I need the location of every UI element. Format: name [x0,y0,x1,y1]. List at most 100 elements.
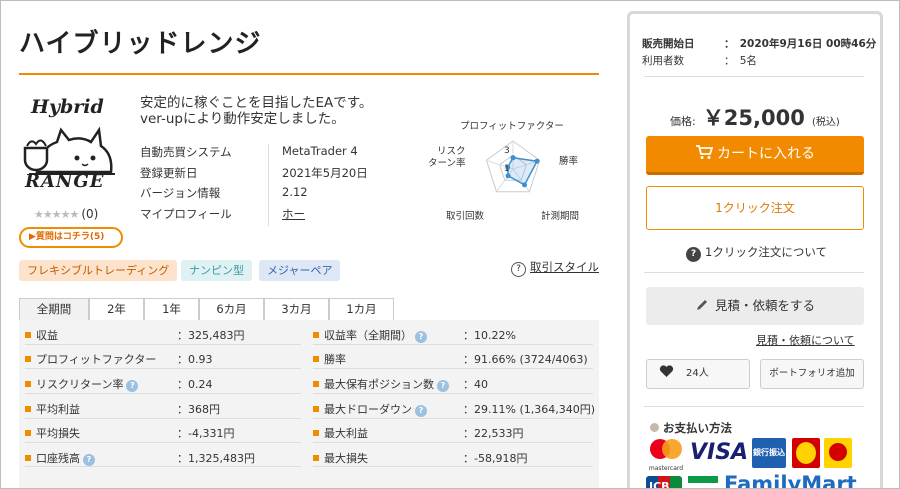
bullet-icon [25,455,31,461]
stat-average-loss-value: ：-4,331円 [177,427,235,440]
review-count: (0) [81,207,99,221]
stat-balance: 口座残高? [25,450,95,466]
sidebar-divider [644,406,864,407]
release-date-label: 販売開始日 [642,38,695,50]
info-label: マイプロフィール [140,206,232,221]
stat-label: 収益 [36,329,58,342]
one-click-about-link[interactable]: ? 1クリック注文について [686,244,827,262]
stat-average-profit-value: ：368円 [177,403,220,416]
mastercard-icon [650,439,682,459]
bullet-icon [25,381,31,387]
help-icon[interactable]: ? [126,380,139,392]
info-value: 2021年5月20日 [282,165,368,180]
radar-point-trades [505,173,511,179]
help-icon[interactable]: ? [437,380,449,392]
help-icon: ? [511,262,526,277]
stat-label: 平均損失 [36,427,80,440]
row-divider [25,466,301,467]
radar-point-period [522,182,527,188]
bullet-icon [25,406,31,412]
jcb-text: JCB [649,480,670,489]
tab-all-period[interactable]: 全期間 [19,298,89,320]
bullet-icon [25,332,31,338]
info-label: バージョン情報 [140,186,221,200]
help-icon[interactable]: ? [415,331,427,343]
row-divider [313,344,593,345]
stars-icon: ★★★★★ [34,208,79,221]
info-value: MetaTrader 4 [282,144,358,158]
title-divider [19,73,599,75]
payment-heading-label: お支払い方法 [663,421,732,435]
one-click-about-label: 1クリック注文について [705,245,827,259]
help-icon[interactable]: ? [83,454,95,466]
radar-point-win-rate [534,158,540,164]
bullet-icon [313,356,319,362]
stat-max-loss: 最大損失 [313,450,368,466]
stat-label: リスクリターン率 [36,378,124,391]
tag-major-pair[interactable]: メジャーペア [259,260,341,281]
row-divider [313,393,593,394]
stat-risk-return-value: ：0.24 [177,378,213,391]
favorite-button[interactable]: 24人 [646,359,750,389]
stat-win-rate: 勝率 [313,351,346,367]
tab-1-month[interactable]: 1カ月 [329,298,394,320]
stat-return-rate: 収益率（全期間）? [313,327,427,343]
tag-nanpin[interactable]: ナンピン型 [181,260,252,281]
bullet-icon [313,332,319,338]
stat-label: 収益率（全期間） [324,329,412,342]
stat-label: 勝率 [324,353,346,366]
visa-logo: VISA [690,440,749,465]
question-badge[interactable]: ▶質問はコチラ(5) [19,227,123,248]
radar-chart: 3 1 [485,140,541,193]
stat-balance-value: ：1,325,483円 [177,452,255,465]
bullet-icon [313,455,319,461]
add-portfolio-button[interactable]: ポートフォリオ追加 [760,359,864,389]
logo-text-hybrid: Hybrid [31,96,104,118]
stat-average-profit: 平均利益 [25,401,80,417]
cat-illustration-icon [23,126,115,175]
estimate-about-link[interactable]: 見積・依頼について [756,332,855,348]
jcb-logo: JCB [646,476,682,489]
bullet-icon [25,430,31,436]
stat-max-drawdown: 最大ドローダウン? [313,401,427,417]
price-tax: (税込) [811,117,840,128]
trade-style-link[interactable]: ? 取引スタイル [511,259,599,277]
estimate-request-button[interactable]: 見積・依頼をする [646,287,864,325]
help-icon[interactable]: ? [415,405,427,417]
stat-max-positions-value: ：40 [463,378,488,391]
tab-6-months[interactable]: 6カ月 [199,298,264,320]
payment-logo-red-icon [792,438,820,468]
tab-2-years[interactable]: 2年 [89,298,144,320]
radar-label-profit-factor: プロフィットファクター [460,121,564,132]
stat-risk-return: リスクリターン率? [25,376,139,392]
tab-3-months[interactable]: 3カ月 [264,298,329,320]
radar-label-risk-return: リスク ターン率 [428,146,466,169]
stat-return-rate-value: ：10.22% [463,329,516,342]
info-label: 自動売買システム [140,145,232,159]
tag-flexible-trading[interactable]: フレキシブルトレーディング [19,260,178,281]
stat-profit: 収益 [25,327,58,343]
stat-max-profit: 最大利益 [313,425,368,441]
one-click-order-button[interactable]: 1クリック注文 [646,186,864,230]
sidebar-divider [644,76,864,77]
tab-1-year[interactable]: 1年 [144,298,199,320]
bullet-icon [313,430,319,436]
stat-max-positions: 最大保有ポジション数? [313,376,449,392]
info-label: 登録更新日 [140,165,198,180]
familymart-logo: FamilyMart [724,472,857,489]
stat-label: プロフィットファクター [36,353,157,366]
radar-scale-1: 1 [504,164,510,174]
price-label: 価格: [670,115,696,128]
add-to-cart-button[interactable]: カートに入れる [646,136,864,175]
logo-text-range: RANGE [25,171,105,192]
bank-transfer-logo: 銀行振込 [752,438,786,468]
stat-profit-factor-value: ：0.93 [177,353,213,366]
release-date-value: ： 2020年9月16日 00時46分 [724,38,877,50]
stat-profit-value: ：325,483円 [177,329,245,342]
profile-link[interactable]: ホー [282,206,305,222]
stat-win-rate-value: ：91.66% (3724/4063) [463,353,588,366]
description-line: 安定的に稼ぐことを目指したEAです。 [140,95,373,111]
row-divider [25,368,301,369]
stat-label: 最大利益 [324,427,368,440]
estimate-button-label: 見積・依頼をする [714,298,815,313]
